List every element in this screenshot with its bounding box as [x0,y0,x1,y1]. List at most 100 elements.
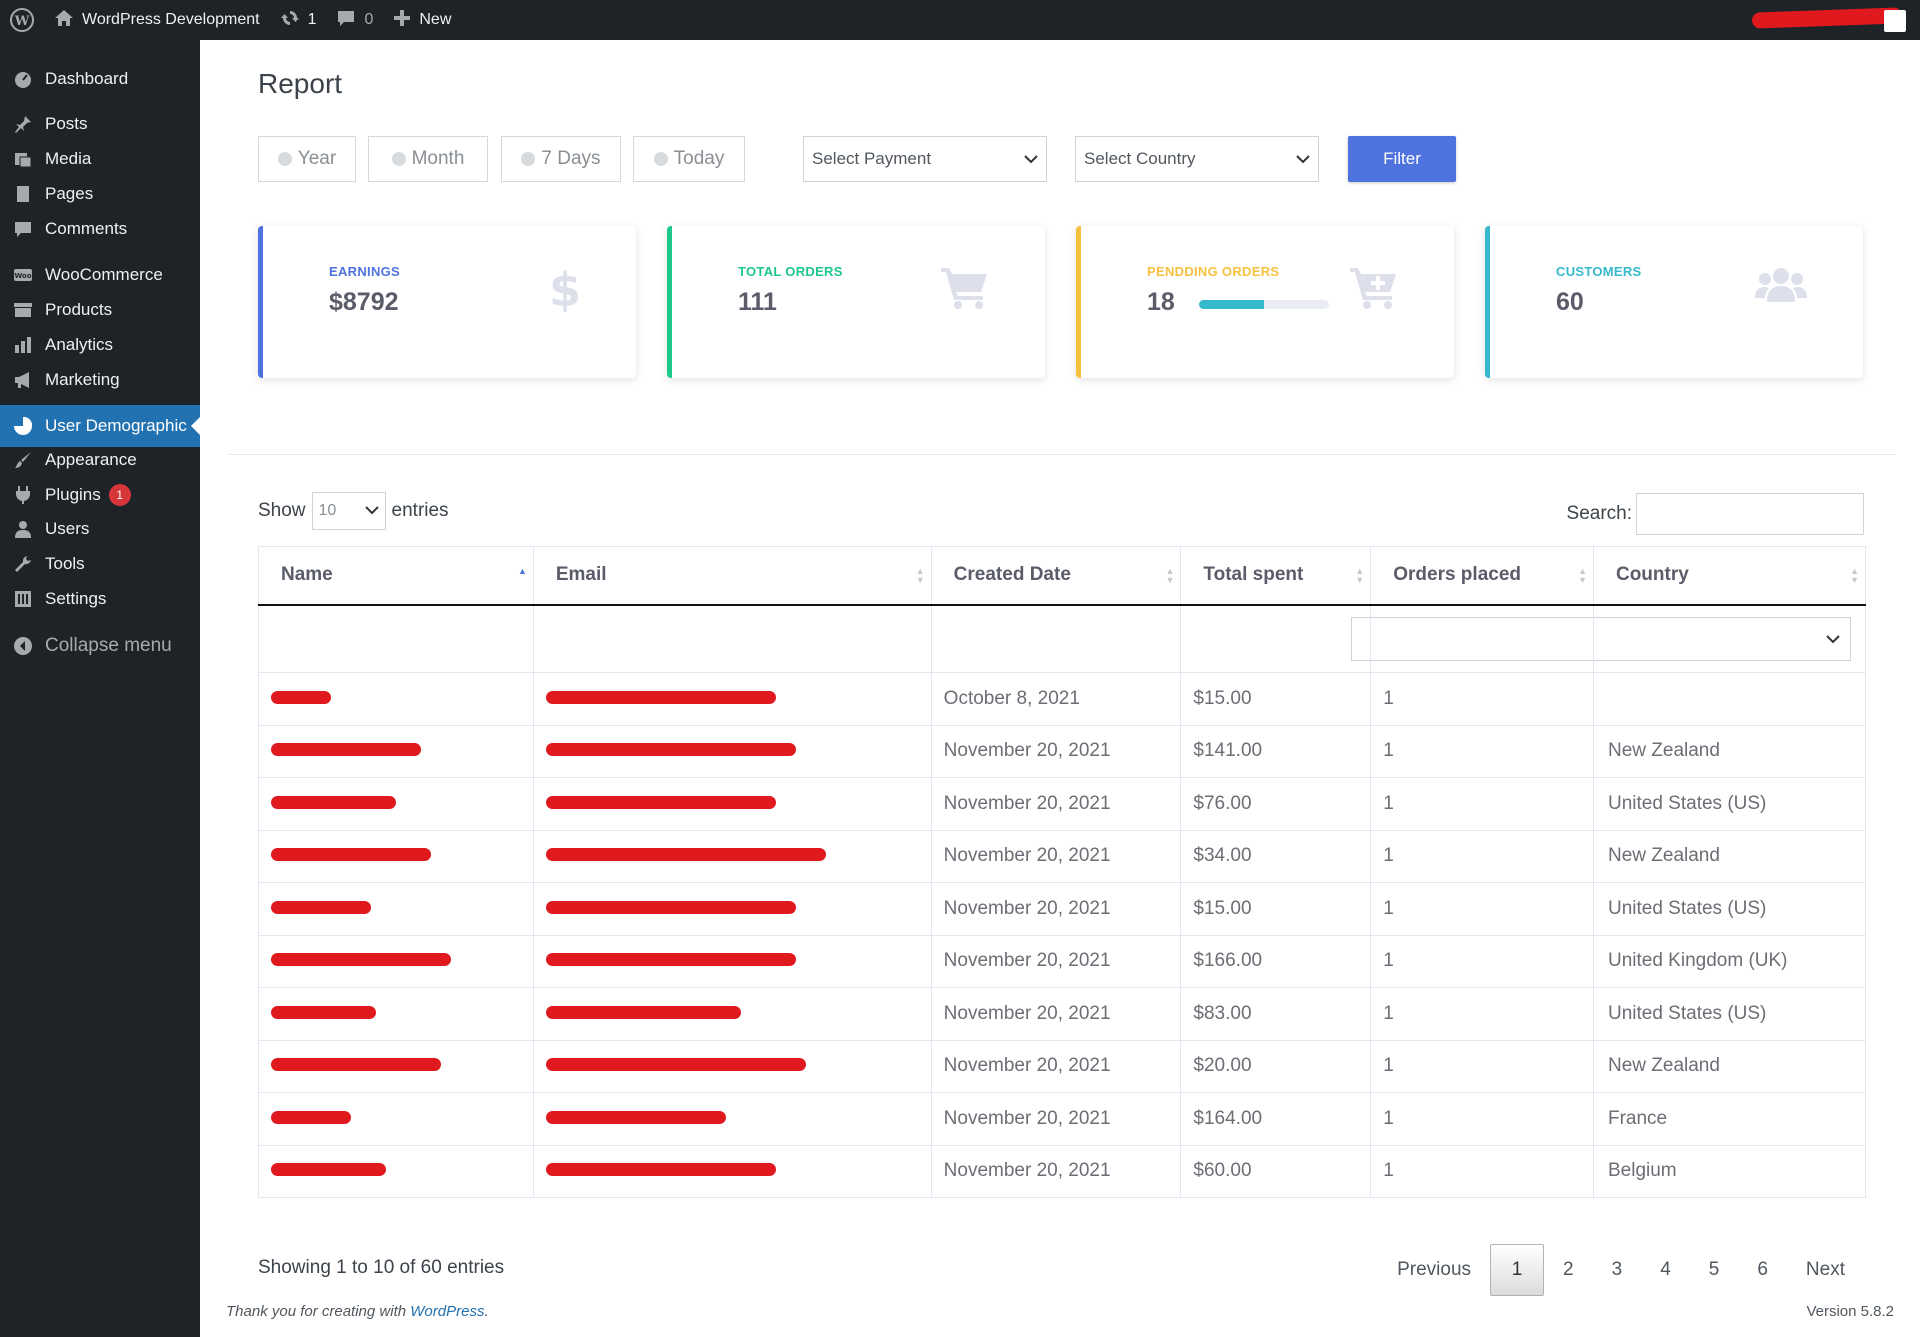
admin-bar: W WordPress Development 1 0 New [0,0,1920,40]
radio-icon [521,152,536,166]
country-cell: United States (US) [1592,987,1867,1041]
sidebar-item-label: Marketing [45,370,120,389]
created-date-cell: November 20, 2021 [930,829,1182,883]
created-date-cell: November 20, 2021 [930,777,1182,831]
orders-placed-cell: 1 [1370,777,1594,831]
wordpress-link[interactable]: WordPress [410,1303,484,1320]
chevron-down-icon [1296,149,1310,169]
sidebar-item-comments[interactable]: Comments [0,208,200,250]
wrench-icon [11,552,35,576]
radio-icon [391,152,406,166]
sidebar-item-dashboard[interactable]: Dashboard [0,58,200,100]
wordpress-logo-icon[interactable]: W [0,0,44,40]
pending-orders-card: PENDDING ORDERS 18 [1076,226,1454,378]
created-date-cell: November 20, 2021 [930,934,1182,988]
card-label: EARNINGS [329,264,401,279]
name-cell [258,672,534,726]
table-row: November 20, 2021 $83.00 1 United States (U… [258,987,1867,1041]
pending-progress-bar [1199,300,1329,309]
email-cell [532,934,932,988]
collapse-menu-button[interactable]: Collapse menu [0,625,200,667]
orders-placed-cell: 1 [1370,987,1594,1041]
column-header-name[interactable]: Name ▲ [258,546,534,606]
total-spent-cell: $166.00 [1180,934,1372,988]
email-cell [532,777,932,831]
search-input[interactable] [1636,493,1864,535]
redaction-mark [545,1163,776,1177]
period-month-button[interactable]: Month [368,136,488,182]
card-value: 111 [738,288,777,316]
email-cell [532,724,932,778]
sidebar-item-marketing[interactable]: Marketing [0,359,200,401]
comments-link[interactable]: 0 [326,0,383,40]
card-value: $8792 [329,288,399,316]
updates-link[interactable]: 1 [270,0,327,40]
dollar-icon: $ [549,263,581,317]
brush-icon [11,448,35,472]
pagination-page-4[interactable]: 4 [1641,1244,1690,1296]
pagination-page-2[interactable]: 2 [1544,1244,1593,1296]
country-select[interactable]: Select Country [1075,136,1319,182]
progress-fill [1199,300,1264,309]
card-label: TOTAL ORDERS [738,264,843,279]
pagination-page-6[interactable]: 6 [1738,1244,1787,1296]
period-year-button[interactable]: Year [258,136,356,182]
country-cell: France [1592,1092,1867,1146]
column-header-total-spent[interactable]: Total spent ▲ ▼ [1180,546,1372,606]
period-today-button[interactable]: Today [633,136,745,182]
section-divider [228,454,1896,455]
cart-icon [941,266,989,315]
page-length-select[interactable]: 10 [311,492,386,530]
plugins-update-badge: 1 [108,484,131,506]
sidebar-item-label: Dashboard [45,69,129,88]
column-header-country[interactable]: Country ▲ ▼ [1592,546,1867,606]
radio-icon [653,152,668,166]
admin-sidebar: Dashboard Posts Media Pages Comments Woo WooCo… [0,40,200,1337]
period-7days-button[interactable]: 7 Days [501,136,621,182]
pagination-page-3[interactable]: 3 [1593,1244,1642,1296]
pagination-page-1[interactable]: 1 [1490,1244,1545,1296]
country-cell: United Kingdom (UK) [1592,934,1867,988]
column-header-email[interactable]: Email ▲ ▼ [532,546,932,606]
dashboard-icon [11,67,35,91]
payment-select[interactable]: Select Payment [803,136,1047,182]
total-orders-card: TOTAL ORDERS 111 [667,226,1045,378]
name-cell [258,724,534,778]
email-cell [532,1039,932,1093]
plugin-icon [11,483,35,507]
redaction-mark [271,900,371,914]
email-cell [532,829,932,883]
pagination-previous[interactable]: Previous [1378,1244,1490,1296]
redaction-mark [271,953,451,967]
new-content-link[interactable]: New [383,0,461,40]
footer-version: Version 5.8.2 [1806,1303,1894,1320]
country-cell [1592,672,1867,726]
redaction-mark [545,953,796,967]
sort-asc-icon: ▲ [517,566,527,576]
sort-icon: ▲ ▼ [1578,566,1587,585]
customers-card: CUSTOMERS 60 [1485,226,1863,378]
country-cell: Belgium [1592,1144,1867,1198]
email-cell [532,1144,932,1198]
total-spent-cell: $141.00 [1180,724,1372,778]
pin-icon [11,112,35,136]
chevron-down-icon [1826,628,1840,650]
filter-button[interactable]: Filter [1348,136,1456,182]
redaction-mark [1751,7,1903,29]
svg-text:W: W [14,14,30,29]
svg-text:$: $ [550,266,580,312]
table-row: November 20, 2021 $164.00 1 France [258,1092,1867,1146]
site-name-link[interactable]: WordPress Development [44,0,270,40]
created-date-cell: November 20, 2021 [930,724,1182,778]
name-cell [258,1092,534,1146]
total-spent-cell: $76.00 [1180,777,1372,831]
sidebar-item-settings[interactable]: Settings [0,578,200,620]
country-cell: New Zealand [1592,829,1867,883]
pagination-page-5[interactable]: 5 [1690,1244,1739,1296]
archive-icon [11,298,35,322]
avatar[interactable] [1884,10,1906,32]
pagination-next[interactable]: Next [1787,1244,1864,1296]
column-header-created-date[interactable]: Created Date ▲ ▼ [930,546,1182,606]
column-header-orders-placed[interactable]: Orders placed ▲ ▼ [1370,546,1594,606]
country-column-filter[interactable] [1350,616,1851,661]
